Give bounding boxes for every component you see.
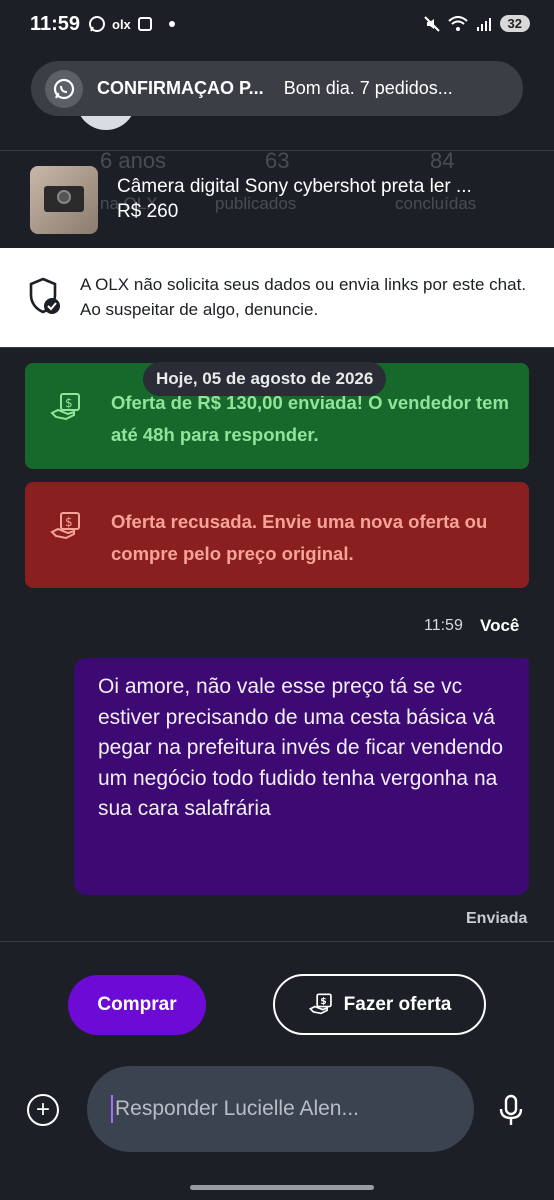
wifi-icon xyxy=(447,15,468,31)
offer-money-icon: $ xyxy=(50,393,80,421)
message-status: Enviada xyxy=(466,910,528,927)
divider xyxy=(0,941,554,942)
screenshot-icon xyxy=(137,17,152,31)
battery-indicator: 32 xyxy=(499,15,530,32)
svg-text:$: $ xyxy=(320,996,326,1007)
buy-button-label: Comprar xyxy=(97,994,177,1015)
message-text: Oi amore, não vale esse preço tá se vc e… xyxy=(98,675,504,820)
safety-notice: A OLX não solicita seus dados ou envia l… xyxy=(0,248,554,347)
divider xyxy=(0,347,554,348)
shield-check-icon xyxy=(29,277,60,314)
product-summary[interactable]: Câmera digital Sony cybershot preta ler … xyxy=(0,150,554,248)
message-composer[interactable] xyxy=(87,1066,474,1152)
offer-money-icon: $ xyxy=(308,992,332,1014)
message-bubble[interactable]: Oi amore, não vale esse preço tá se vc e… xyxy=(74,658,529,895)
offer-money-icon: $ xyxy=(50,512,80,540)
plus-icon: + xyxy=(35,1096,50,1123)
product-price: R$ 260 xyxy=(117,201,179,222)
more-notifications-dot xyxy=(168,21,175,27)
offer-declined-text: Oferta recusada. Envie uma nova oferta o… xyxy=(111,511,488,564)
date-separator: Hoje, 05 de agosto de 2026 xyxy=(143,362,387,396)
product-thumbnail xyxy=(30,166,98,234)
system-icons: 32 xyxy=(423,15,530,32)
whatsapp-icon xyxy=(45,69,83,108)
mute-icon xyxy=(423,15,440,32)
product-title: Câmera digital Sony cybershot preta ler … xyxy=(117,176,472,197)
svg-text:$: $ xyxy=(65,515,73,529)
make-offer-button[interactable]: $ Fazer oferta xyxy=(273,974,486,1035)
microphone-icon[interactable] xyxy=(498,1094,524,1128)
offer-declined-card: $ Oferta recusada. Envie uma nova oferta… xyxy=(25,482,529,588)
notification-banner[interactable]: CONFIRMAÇAO P... Bom dia. 7 pedidos... xyxy=(31,61,523,116)
status-bar: 11:59 olx 32 xyxy=(0,0,554,52)
olx-status-label: olx xyxy=(112,16,131,32)
home-indicator[interactable] xyxy=(190,1185,374,1190)
status-time: 11:59 xyxy=(30,13,81,35)
message-author: Você xyxy=(480,616,520,635)
status-notification-icons: olx xyxy=(88,15,175,33)
make-offer-label: Fazer oferta xyxy=(343,993,452,1015)
message-time: 11:59 xyxy=(424,617,463,634)
reply-input[interactable] xyxy=(115,1097,445,1121)
attach-plus-button[interactable]: + xyxy=(27,1094,59,1126)
notification-title: CONFIRMAÇAO P... xyxy=(97,78,264,98)
text-cursor xyxy=(111,1095,113,1123)
buy-button[interactable]: Comprar xyxy=(68,975,206,1035)
signal-icon xyxy=(476,17,491,31)
offer-sent-text: Oferta de R$ 130,00 enviada! O vendedor … xyxy=(111,392,509,445)
notification-body: Bom dia. 7 pedidos... xyxy=(283,78,453,98)
svg-text:$: $ xyxy=(65,396,73,410)
whatsapp-icon xyxy=(89,16,105,32)
safety-text: A OLX não solicita seus dados ou envia l… xyxy=(80,275,527,319)
